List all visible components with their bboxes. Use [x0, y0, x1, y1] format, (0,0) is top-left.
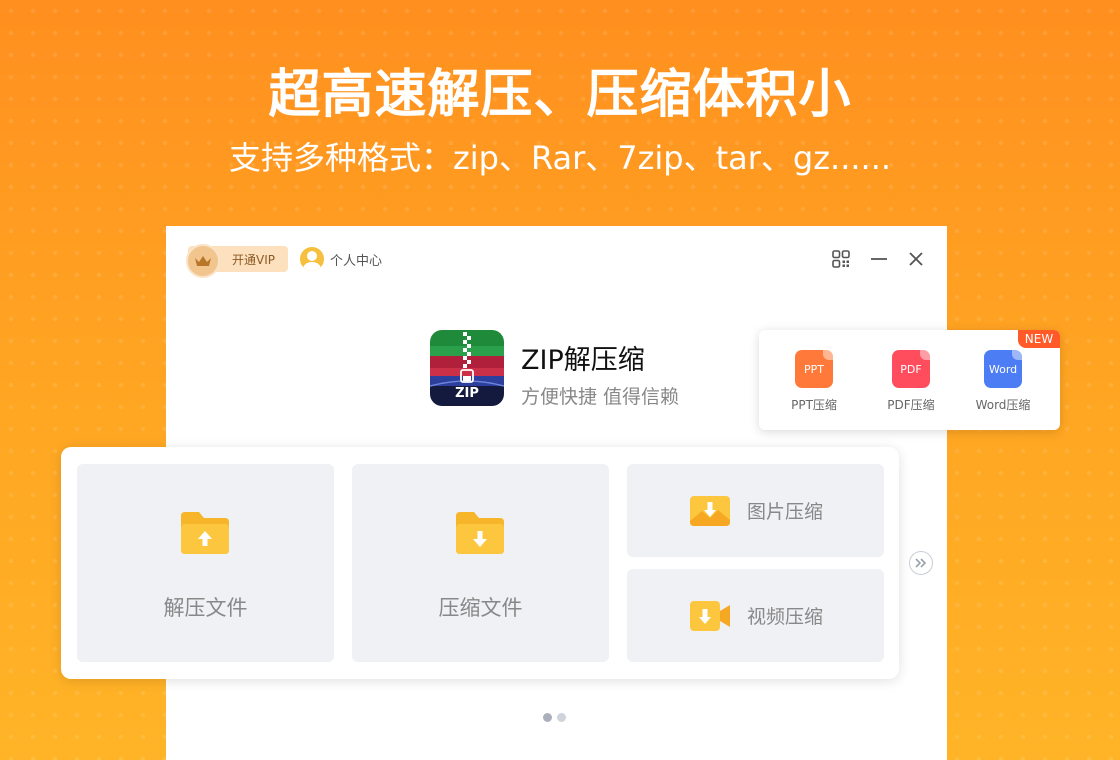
video-download-icon — [690, 601, 730, 631]
folder-upload-icon — [181, 512, 229, 554]
extract-files-label: 解压文件 — [163, 596, 248, 620]
user-center-label: 个人中心 — [330, 253, 383, 269]
pdf-file-icon: PDF — [892, 350, 930, 388]
extract-files-tile[interactable]: 解压文件 — [77, 464, 334, 662]
ppt-compress-tool[interactable]: PPT PPT压缩 — [774, 350, 854, 413]
close-button[interactable] — [905, 248, 927, 270]
word-compress-label: Word压缩 — [975, 398, 1031, 412]
pdf-compress-label: PDF压缩 — [887, 398, 935, 412]
avatar-icon — [300, 247, 324, 271]
video-compress-label: 视频压缩 — [747, 606, 824, 628]
folder-download-icon — [456, 512, 504, 554]
hero-subtitle: 支持多种格式：zip、Rar、7zip、tar、gz...... — [228, 139, 892, 177]
crown-icon — [186, 244, 220, 278]
word-compress-tool[interactable]: Word Word压缩 — [963, 350, 1043, 413]
new-badge: NEW — [1018, 330, 1060, 348]
brand-name: ZIP解压缩 — [521, 345, 645, 376]
brand-slogan: 方便快捷 值得信赖 — [521, 386, 680, 408]
tools-popup: NEW PPT PPT压缩 PDF PDF压缩 Word Word压缩 — [759, 330, 1060, 430]
page-dot-1[interactable] — [543, 713, 552, 722]
page-indicator — [543, 713, 566, 722]
word-file-icon: Word — [984, 350, 1022, 388]
vip-button[interactable]: 开通VIP — [186, 244, 288, 278]
minimize-button[interactable] — [868, 248, 890, 270]
close-icon — [909, 252, 923, 266]
next-page-button[interactable] — [909, 551, 933, 575]
video-compress-tile[interactable]: 视频压缩 — [627, 569, 884, 662]
image-compress-tile[interactable]: 图片压缩 — [627, 464, 884, 557]
zip-logo-text: ZIP — [455, 386, 479, 401]
ppt-compress-label: PPT压缩 — [791, 398, 837, 412]
page-dot-2[interactable] — [557, 713, 566, 722]
vip-label: 开通VIP — [232, 253, 275, 267]
compress-files-tile[interactable]: 压缩文件 — [352, 464, 609, 662]
user-center-button[interactable]: 个人中心 — [300, 246, 382, 272]
ppt-file-icon: PPT — [795, 350, 833, 388]
compress-files-label: 压缩文件 — [438, 596, 523, 620]
image-compress-label: 图片压缩 — [747, 501, 824, 523]
minimize-icon — [871, 258, 887, 260]
zip-logo: ZIP — [430, 330, 504, 406]
action-panel: 解压文件 压缩文件 图片压缩 视频压缩 — [61, 447, 899, 679]
double-chevron-right-icon — [915, 558, 927, 568]
image-download-icon — [690, 496, 730, 526]
hero-title: 超高速解压、压缩体积小 — [268, 65, 852, 125]
app-grid-button[interactable] — [830, 248, 852, 270]
grid-icon — [832, 250, 850, 268]
pdf-compress-tool[interactable]: PDF PDF压缩 — [871, 350, 951, 413]
